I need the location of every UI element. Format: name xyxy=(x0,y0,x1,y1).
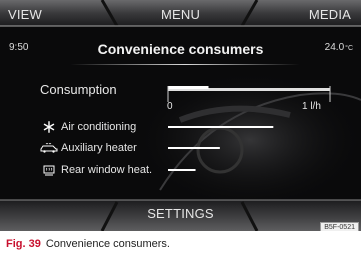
consumption-bar-fill xyxy=(168,86,209,89)
consumer-bar-rear-window-heater xyxy=(168,169,196,171)
consumer-label: Rear window heat. xyxy=(61,164,153,176)
consumer-row-air-conditioning: Air conditioning xyxy=(40,121,136,133)
rear-window-heater-icon xyxy=(40,165,58,176)
image-code: B5F-0521 xyxy=(320,222,359,231)
figure-caption: Fig. 39 Convenience consumers. xyxy=(6,238,170,250)
consumer-label: Auxiliary heater xyxy=(61,142,137,154)
consumer-label: Air conditioning xyxy=(61,121,137,133)
tab-bar: VIEW MENU MEDIA xyxy=(0,0,361,26)
consumer-bar-auxiliary-heater xyxy=(168,147,220,149)
auxiliary-heater-icon xyxy=(40,143,58,153)
temperature-value: 24.0 xyxy=(324,42,345,53)
snowflake-icon xyxy=(40,121,58,133)
page-title: Convenience consumers xyxy=(97,41,264,57)
figure-number: Fig. 39 xyxy=(6,238,41,250)
tab-menu[interactable]: MENU xyxy=(0,8,361,22)
consumer-bar-air-conditioning xyxy=(168,126,274,128)
consumer-row-rear-window-heater: Rear window heat. xyxy=(40,164,152,176)
tab-media[interactable]: MEDIA xyxy=(309,8,351,22)
scale-min-label: 0 xyxy=(167,101,173,112)
infotainment-screen: VIEW MENU MEDIA 9:50 Convenience consume… xyxy=(0,0,361,231)
screen-decoration xyxy=(0,0,361,231)
temperature-unit: °C xyxy=(345,45,353,52)
scale-max-label: 1 l/h xyxy=(302,101,321,112)
consumption-label: Consumption xyxy=(40,82,117,97)
outside-temperature: 24.0°C xyxy=(325,42,353,53)
consumer-row-auxiliary-heater: Auxiliary heater xyxy=(40,142,137,154)
caption-text: Convenience consumers. xyxy=(45,238,170,250)
settings-button[interactable]: SETTINGS xyxy=(0,207,361,221)
title-separator xyxy=(70,64,300,65)
